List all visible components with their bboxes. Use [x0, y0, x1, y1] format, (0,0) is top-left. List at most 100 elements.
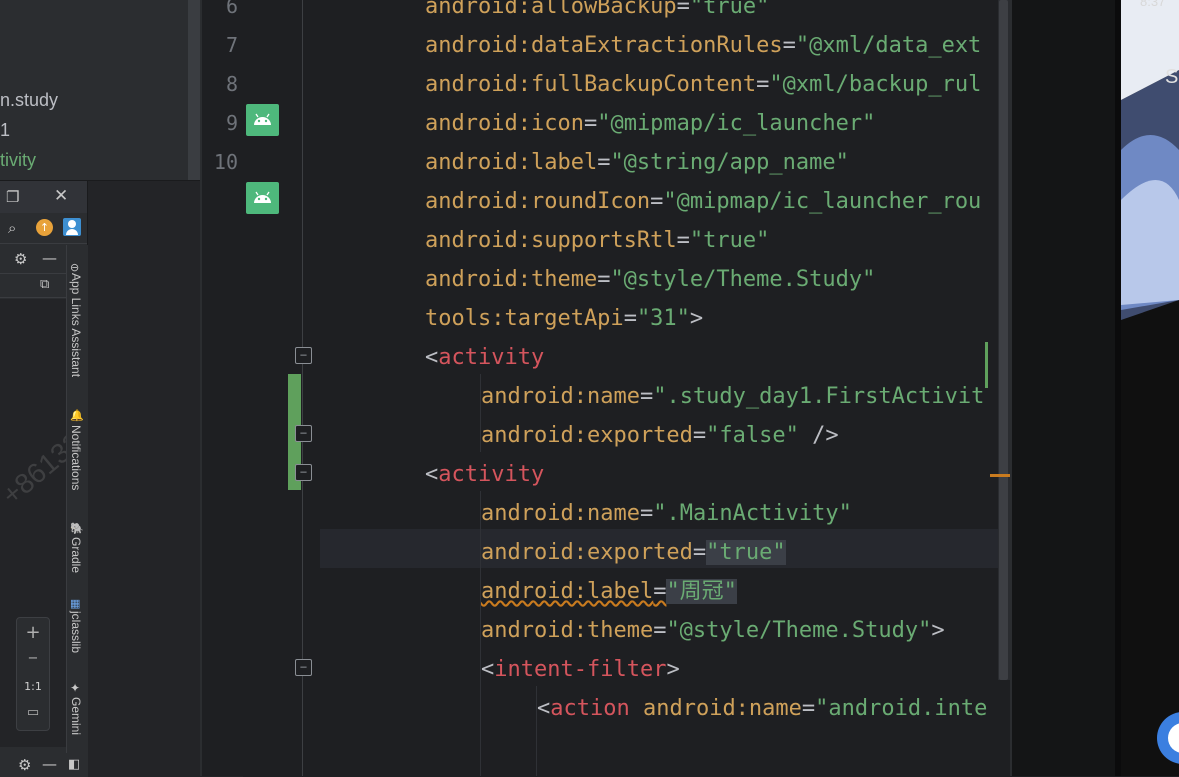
code-line[interactable]: <action android:name="android.inte	[537, 689, 1012, 728]
code-line[interactable]: <activity	[425, 455, 1012, 494]
code-token: <	[425, 345, 439, 370]
update-icon[interactable]: ↑	[36, 219, 53, 236]
editor-scrollbar-thumb[interactable]	[999, 0, 1008, 680]
code-token: activity	[438, 345, 545, 370]
phone-screen-text: S	[1165, 66, 1179, 88]
inspect-icon[interactable]: ⧉	[40, 276, 49, 294]
code-token: "周冠"	[666, 579, 737, 604]
code-editor[interactable]: 6 7 8 9 10 − − − − android:allowBackup="…	[202, 0, 1012, 776]
code-token: tools:targetApi	[425, 306, 624, 331]
code-token: >	[689, 306, 704, 331]
code-line[interactable]: android:exported="true"	[481, 533, 1012, 572]
fold-collapse-icon[interactable]: −	[295, 464, 312, 481]
code-line[interactable]: android:name=".MainActivity"	[481, 494, 1012, 533]
android-icon[interactable]	[246, 104, 279, 136]
code-token: android:theme	[481, 618, 654, 643]
code-line[interactable]: android:icon="@mipmap/ic_launcher"	[425, 104, 1012, 143]
restore-window-icon[interactable]: ❐	[6, 188, 19, 206]
editor-gutter: 6 7 8 9 10 − − − −	[202, 0, 320, 776]
code-line[interactable]: android:label="周冠"	[481, 572, 1012, 611]
tab-app-links-assistant[interactable]: App Links Assistant	[69, 273, 83, 377]
change-stripe	[985, 342, 988, 388]
code-token: =	[676, 228, 690, 253]
line-number: 6	[225, 0, 238, 18]
tab-notifications[interactable]: Notifications	[69, 425, 83, 490]
code-token: =	[801, 696, 816, 721]
code-token: activity	[438, 462, 545, 487]
code-line[interactable]: tools:targetApi="31">	[425, 299, 1012, 338]
code-token: "@xml/data_ext	[795, 33, 982, 58]
zoom-controls: + − 1:1 ▭	[16, 617, 50, 731]
code-line[interactable]: android:dataExtractionRules="@xml/data_e…	[425, 26, 1012, 65]
code-line[interactable]: android:theme="@style/Theme.Study"	[425, 260, 1012, 299]
tab-gradle[interactable]: Gradle	[69, 537, 83, 573]
code-token: =	[583, 111, 598, 136]
code-line[interactable]: android:theme="@style/Theme.Study">	[481, 611, 1012, 650]
layout-icon[interactable]: ◧	[68, 756, 80, 774]
code-token: =	[597, 267, 611, 292]
project-tree-item[interactable]: tivity	[0, 150, 36, 171]
project-tree-item[interactable]: n.study	[0, 90, 58, 111]
account-icon[interactable]	[63, 218, 81, 236]
code-token: =	[597, 150, 611, 175]
code-line[interactable]: android:allowBackup="true"	[425, 0, 1012, 26]
line-number: 9	[225, 111, 238, 135]
code-token: =	[653, 579, 667, 604]
project-panel-scrollbar[interactable]	[188, 0, 200, 180]
code-token: ".MainActivity"	[653, 501, 852, 526]
code-token: />	[798, 423, 839, 448]
gradle-icon: 🐘	[70, 522, 84, 535]
code-token: >	[931, 618, 945, 643]
fold-collapse-icon[interactable]: −	[295, 659, 312, 676]
code-line[interactable]: android:exported="false" />	[481, 416, 1012, 455]
tab-gemini[interactable]: Gemini	[69, 697, 83, 735]
code-line[interactable]: <intent-filter>	[481, 650, 1012, 689]
fold-collapse-icon[interactable]: −	[295, 347, 312, 364]
code-token: android:theme	[425, 267, 598, 292]
line-number: 8	[225, 72, 238, 96]
code-line[interactable]: <activity	[425, 338, 1012, 377]
code-token: android:name	[481, 384, 640, 409]
gear-icon[interactable]: ⚙	[18, 756, 31, 774]
code-token: =	[756, 72, 770, 97]
code-token: android:name	[642, 696, 802, 721]
code-token: <	[537, 696, 551, 721]
search-icon[interactable]: ⌕	[8, 219, 16, 237]
code-token: android:label	[481, 579, 654, 604]
code-token: =	[650, 189, 664, 214]
code-line[interactable]: android:supportsRtl="true"	[425, 221, 1012, 260]
fit-screen-icon[interactable]: ▭	[19, 700, 47, 726]
code-token: android:roundIcon	[425, 189, 651, 214]
code-token: "@mipmap/ic_launcher"	[597, 111, 876, 136]
minimize-icon[interactable]: —	[42, 249, 57, 267]
zoom-out-button[interactable]: −	[19, 646, 47, 672]
zoom-actual-size-button[interactable]: 1:1	[19, 674, 47, 700]
code-token: android:name	[481, 501, 640, 526]
code-line[interactable]: android:roundIcon="@mipmap/ic_launcher_r…	[425, 182, 1012, 221]
project-tree-item[interactable]: 1	[0, 120, 10, 141]
code-token: =	[653, 618, 667, 643]
warning-stripe[interactable]	[990, 474, 1011, 477]
code-line[interactable]: android:label="@string/app_name"	[425, 143, 1012, 182]
fold-end-icon[interactable]: −	[295, 425, 312, 442]
code-line[interactable]: android:fullBackupContent="@xml/backup_r…	[425, 65, 1012, 104]
code-token: "true"	[689, 228, 770, 253]
code-token: ".study_day1.FirstActivit	[653, 384, 985, 409]
code-token: =	[623, 306, 637, 331]
code-token: =	[692, 423, 707, 448]
code-token: android:icon	[425, 111, 584, 136]
tab-jclasslib[interactable]: jclasslib	[69, 611, 83, 653]
code-line[interactable]: android:name=".study_day1.FirstActivit	[481, 377, 1012, 416]
code-token: "31"	[636, 306, 690, 331]
phone-screen[interactable]	[1121, 0, 1179, 776]
android-icon[interactable]	[246, 182, 279, 214]
minimize-icon[interactable]: —	[42, 755, 57, 773]
close-icon[interactable]: ✕	[54, 187, 68, 205]
code-token: =	[639, 501, 654, 526]
code-token: android:dataExtractionRules	[425, 33, 783, 58]
code-token: "false"	[706, 423, 799, 448]
code-token: <	[481, 657, 495, 682]
gear-icon[interactable]: ⚙	[14, 250, 27, 268]
code-token: intent-filter	[494, 657, 667, 682]
zoom-in-button[interactable]: +	[19, 620, 47, 646]
